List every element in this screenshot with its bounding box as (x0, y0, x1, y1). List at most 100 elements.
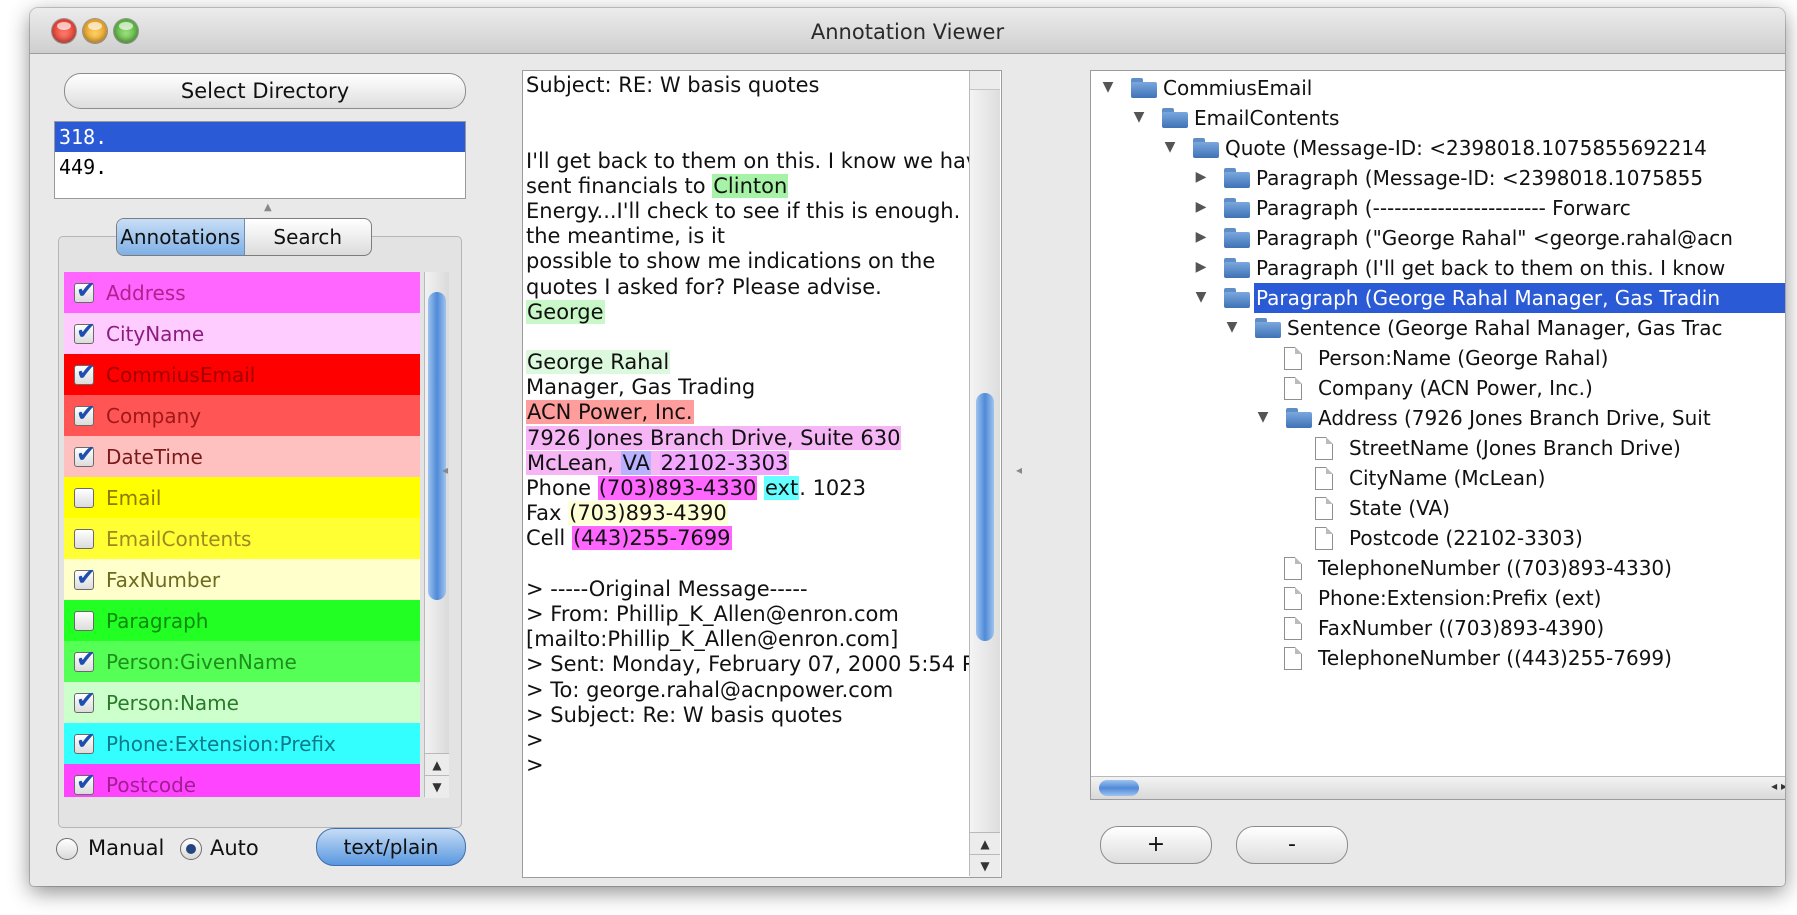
tree-node[interactable]: CityName (McLean) (1347, 463, 1545, 493)
message-line: the meantime, is it (526, 224, 981, 249)
message-line: Subject: RE: W basis quotes (526, 73, 981, 98)
select-directory-button[interactable]: Select Directory (64, 73, 466, 109)
annotation-checkbox[interactable] (74, 563, 96, 591)
annotation-checkbox[interactable] (74, 399, 96, 427)
annotation-checkbox[interactable] (74, 686, 96, 714)
expand-arrow-icon[interactable]: ▶ (1194, 169, 1208, 185)
annotation-list-scroll-thumb[interactable] (428, 292, 446, 600)
annotation-type-item[interactable]: Phone:Extension:Prefix (64, 723, 420, 764)
annotation-highlight: George Rahal (526, 350, 671, 375)
annotation-type-item[interactable]: Person:Name (64, 682, 420, 723)
scroll-up-icon[interactable]: ▲ (425, 753, 449, 776)
annotation-highlight: (443)255-7699 (571, 526, 732, 551)
right-splitter-handle-icon[interactable]: ◂ (1016, 463, 1022, 477)
annotation-list-scrollbar[interactable]: ▲ ▼ (424, 272, 449, 798)
scroll-down-icon[interactable]: ▼ (425, 775, 449, 798)
annotation-checkbox[interactable] (74, 610, 94, 631)
annotation-type-item[interactable]: EmailContents (64, 518, 420, 559)
message-line: quotes I asked for? Please advise. (526, 275, 981, 300)
tree-node[interactable]: StreetName (Jones Branch Drive) (1347, 433, 1681, 463)
tab-annotations[interactable]: Annotations (117, 219, 245, 255)
tree-node[interactable]: Paragraph (------------------------ Forw… (1254, 193, 1631, 223)
auto-radio[interactable] (180, 838, 202, 860)
tree-node[interactable]: TelephoneNumber ((703)893-4330) (1316, 553, 1672, 583)
annotation-type-item[interactable]: CityName (64, 313, 420, 354)
annotation-checkbox[interactable] (74, 440, 96, 468)
annotation-highlight: ACN Power, Inc. (526, 400, 694, 425)
manual-radio[interactable] (56, 838, 78, 860)
annotation-type-item[interactable]: Paragraph (64, 600, 420, 641)
annotation-type-item[interactable]: Company (64, 395, 420, 436)
annotation-tree[interactable]: ▼ CommiusEmail ▼ EmailContents ▼ Quote (Messa… (1090, 70, 1785, 800)
tree-node[interactable]: FaxNumber ((703)893-4390) (1316, 613, 1604, 643)
content-type-button[interactable]: text/plain (316, 828, 466, 866)
message-line: > From: Phillip_K_Allen@enron.com (526, 602, 981, 627)
tree-node[interactable]: Quote (Message-ID: <2398018.107585569221… (1223, 133, 1707, 163)
tree-scroll-arrows-icon[interactable]: ◂ ▸ (1771, 779, 1785, 793)
message-scroll-thumb[interactable] (976, 393, 994, 641)
annotation-checkbox[interactable] (74, 727, 96, 755)
tree-node[interactable]: Paragraph (I'll get back to them on this… (1254, 253, 1725, 283)
annotation-type-label: Person:Name (106, 690, 239, 715)
tree-node[interactable]: Paragraph (George Rahal Manager, Gas Tra… (1254, 283, 1785, 313)
expand-arrow-icon[interactable]: ▶ (1194, 259, 1208, 275)
message-scroll-down-icon[interactable]: ▼ (970, 854, 1000, 877)
tree-node[interactable]: Person:Name (George Rahal) (1316, 343, 1608, 373)
annotation-type-item[interactable]: Postcode (64, 764, 420, 797)
folder-icon (1286, 408, 1312, 428)
tree-node[interactable]: State (VA) (1347, 493, 1450, 523)
tree-node[interactable]: EmailContents (1192, 103, 1339, 133)
document-icon (1284, 587, 1302, 610)
message-scrollbar[interactable]: ▲ ▼ (969, 71, 1000, 877)
annotation-type-item[interactable]: Address (64, 272, 420, 313)
annotation-checkbox[interactable] (74, 645, 96, 673)
annotation-type-item[interactable]: Email (64, 477, 420, 518)
message-line: > (526, 728, 981, 753)
tree-node[interactable]: Phone:Extension:Prefix (ext) (1316, 583, 1601, 613)
annotation-checkbox[interactable] (74, 487, 94, 508)
annotation-type-item[interactable]: Person:GivenName (64, 641, 420, 682)
folder-icon (1224, 288, 1250, 308)
left-splitter-handle-icon[interactable]: ◂ (442, 463, 448, 477)
tree-node[interactable]: TelephoneNumber ((443)255-7699) (1316, 643, 1672, 673)
tree-scroll-thumb[interactable] (1099, 780, 1139, 796)
message-text-pane[interactable]: Subject: RE: W basis quotes I'll get back… (522, 70, 1002, 878)
annotation-checkbox[interactable] (74, 317, 96, 345)
tree-node[interactable]: Paragraph ("George Rahal" <george.rahal@… (1254, 223, 1733, 253)
tab-search[interactable]: Search (245, 219, 372, 255)
collapse-arrow-icon[interactable]: ▼ (1225, 319, 1239, 335)
message-line: George Rahal (526, 350, 981, 375)
collapse-arrow-icon[interactable]: ▼ (1132, 109, 1146, 125)
message-text: > Subject: Re: W basis quotes (526, 702, 843, 727)
annotation-type-item[interactable]: CommiusEmail (64, 354, 420, 395)
annotation-type-item[interactable]: FaxNumber (64, 559, 420, 600)
tree-node[interactable]: Company (ACN Power, Inc.) (1316, 373, 1593, 403)
annotation-checkbox[interactable] (74, 528, 94, 549)
directory-item[interactable]: 318. (55, 122, 465, 152)
annotation-checkbox[interactable] (74, 358, 96, 386)
annotation-type-label: Paragraph (106, 608, 209, 633)
directory-item[interactable]: 449. (55, 152, 465, 182)
tree-node[interactable]: Address (7926 Jones Branch Drive, Suit (1316, 403, 1711, 433)
tree-node[interactable]: Paragraph (Message-ID: <2398018.1075855 (1254, 163, 1703, 193)
tree-node[interactable]: Sentence (George Rahal Manager, Gas Trac (1285, 313, 1722, 343)
splitter-handle-icon[interactable]: ▲ (264, 202, 272, 213)
annotation-highlight (650, 450, 660, 475)
collapse-arrow-icon[interactable]: ▼ (1163, 139, 1177, 155)
annotation-highlight: VA (621, 450, 651, 475)
remove-annotation-button[interactable]: - (1236, 826, 1348, 864)
expand-arrow-icon[interactable]: ▶ (1194, 199, 1208, 215)
message-scroll-up-icon[interactable]: ▲ (970, 832, 1000, 855)
annotation-type-item[interactable]: DateTime (64, 436, 420, 477)
collapse-arrow-icon[interactable]: ▼ (1101, 79, 1115, 95)
tree-horizontal-scrollbar[interactable]: ◂ ▸ (1091, 776, 1785, 799)
annotation-checkbox[interactable] (74, 276, 96, 304)
auto-radio-label: Auto (210, 836, 259, 860)
annotation-checkbox[interactable] (74, 768, 96, 796)
collapse-arrow-icon[interactable]: ▼ (1194, 289, 1208, 305)
tree-node[interactable]: CommiusEmail (1161, 73, 1312, 103)
expand-arrow-icon[interactable]: ▶ (1194, 229, 1208, 245)
add-annotation-button[interactable]: + (1100, 826, 1212, 864)
tree-node[interactable]: Postcode (22102-3303) (1347, 523, 1583, 553)
collapse-arrow-icon[interactable]: ▼ (1256, 409, 1270, 425)
